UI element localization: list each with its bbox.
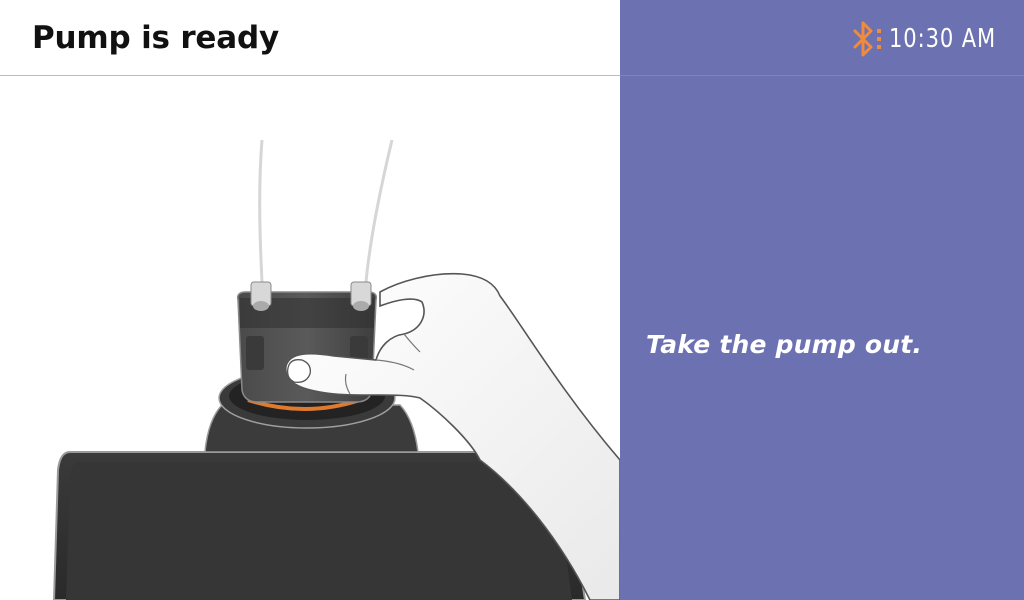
illustration-panel: Pump is ready [0,0,620,600]
page-title: Pump is ready [32,20,279,56]
header-divider [620,75,1024,76]
pump-removal-illustration [52,139,620,600]
bluetooth-icon [853,21,881,57]
device-screen: Pump is ready 10:30 AM Take the pump out… [0,0,1024,600]
status-bar: 10:30 AM [849,20,1008,58]
clock: 10:30 AM [888,24,997,54]
instruction-text: Take the pump out. [646,330,923,359]
instruction-panel: 10:30 AM Take the pump out. [620,0,1024,600]
header-bar: Pump is ready [0,0,620,76]
